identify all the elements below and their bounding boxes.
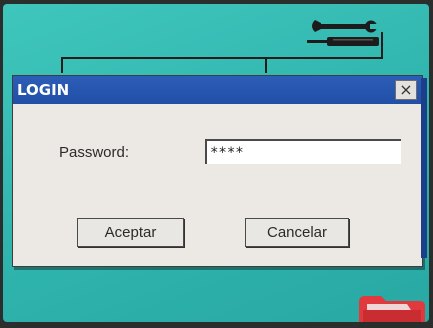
device-screen: LOGIN × Password: Aceptar Cancelar <box>3 4 429 322</box>
accept-button[interactable]: Aceptar <box>77 218 184 247</box>
dialog-title: LOGIN <box>17 81 70 99</box>
wrench-screwdriver-icon[interactable] <box>303 16 389 58</box>
cancel-button[interactable]: Cancelar <box>245 218 349 247</box>
password-label: Password: <box>59 144 130 161</box>
folder-icon[interactable] <box>353 292 427 322</box>
close-button[interactable]: × <box>395 80 417 100</box>
login-dialog: LOGIN × Password: Aceptar Cancelar <box>12 75 423 267</box>
dialog-titlebar: LOGIN <box>13 76 422 104</box>
close-icon: × <box>399 80 413 99</box>
password-field[interactable] <box>205 139 401 164</box>
dialog-frame-edge <box>421 78 427 258</box>
schematic-line <box>61 57 63 73</box>
schematic-line <box>265 57 267 73</box>
